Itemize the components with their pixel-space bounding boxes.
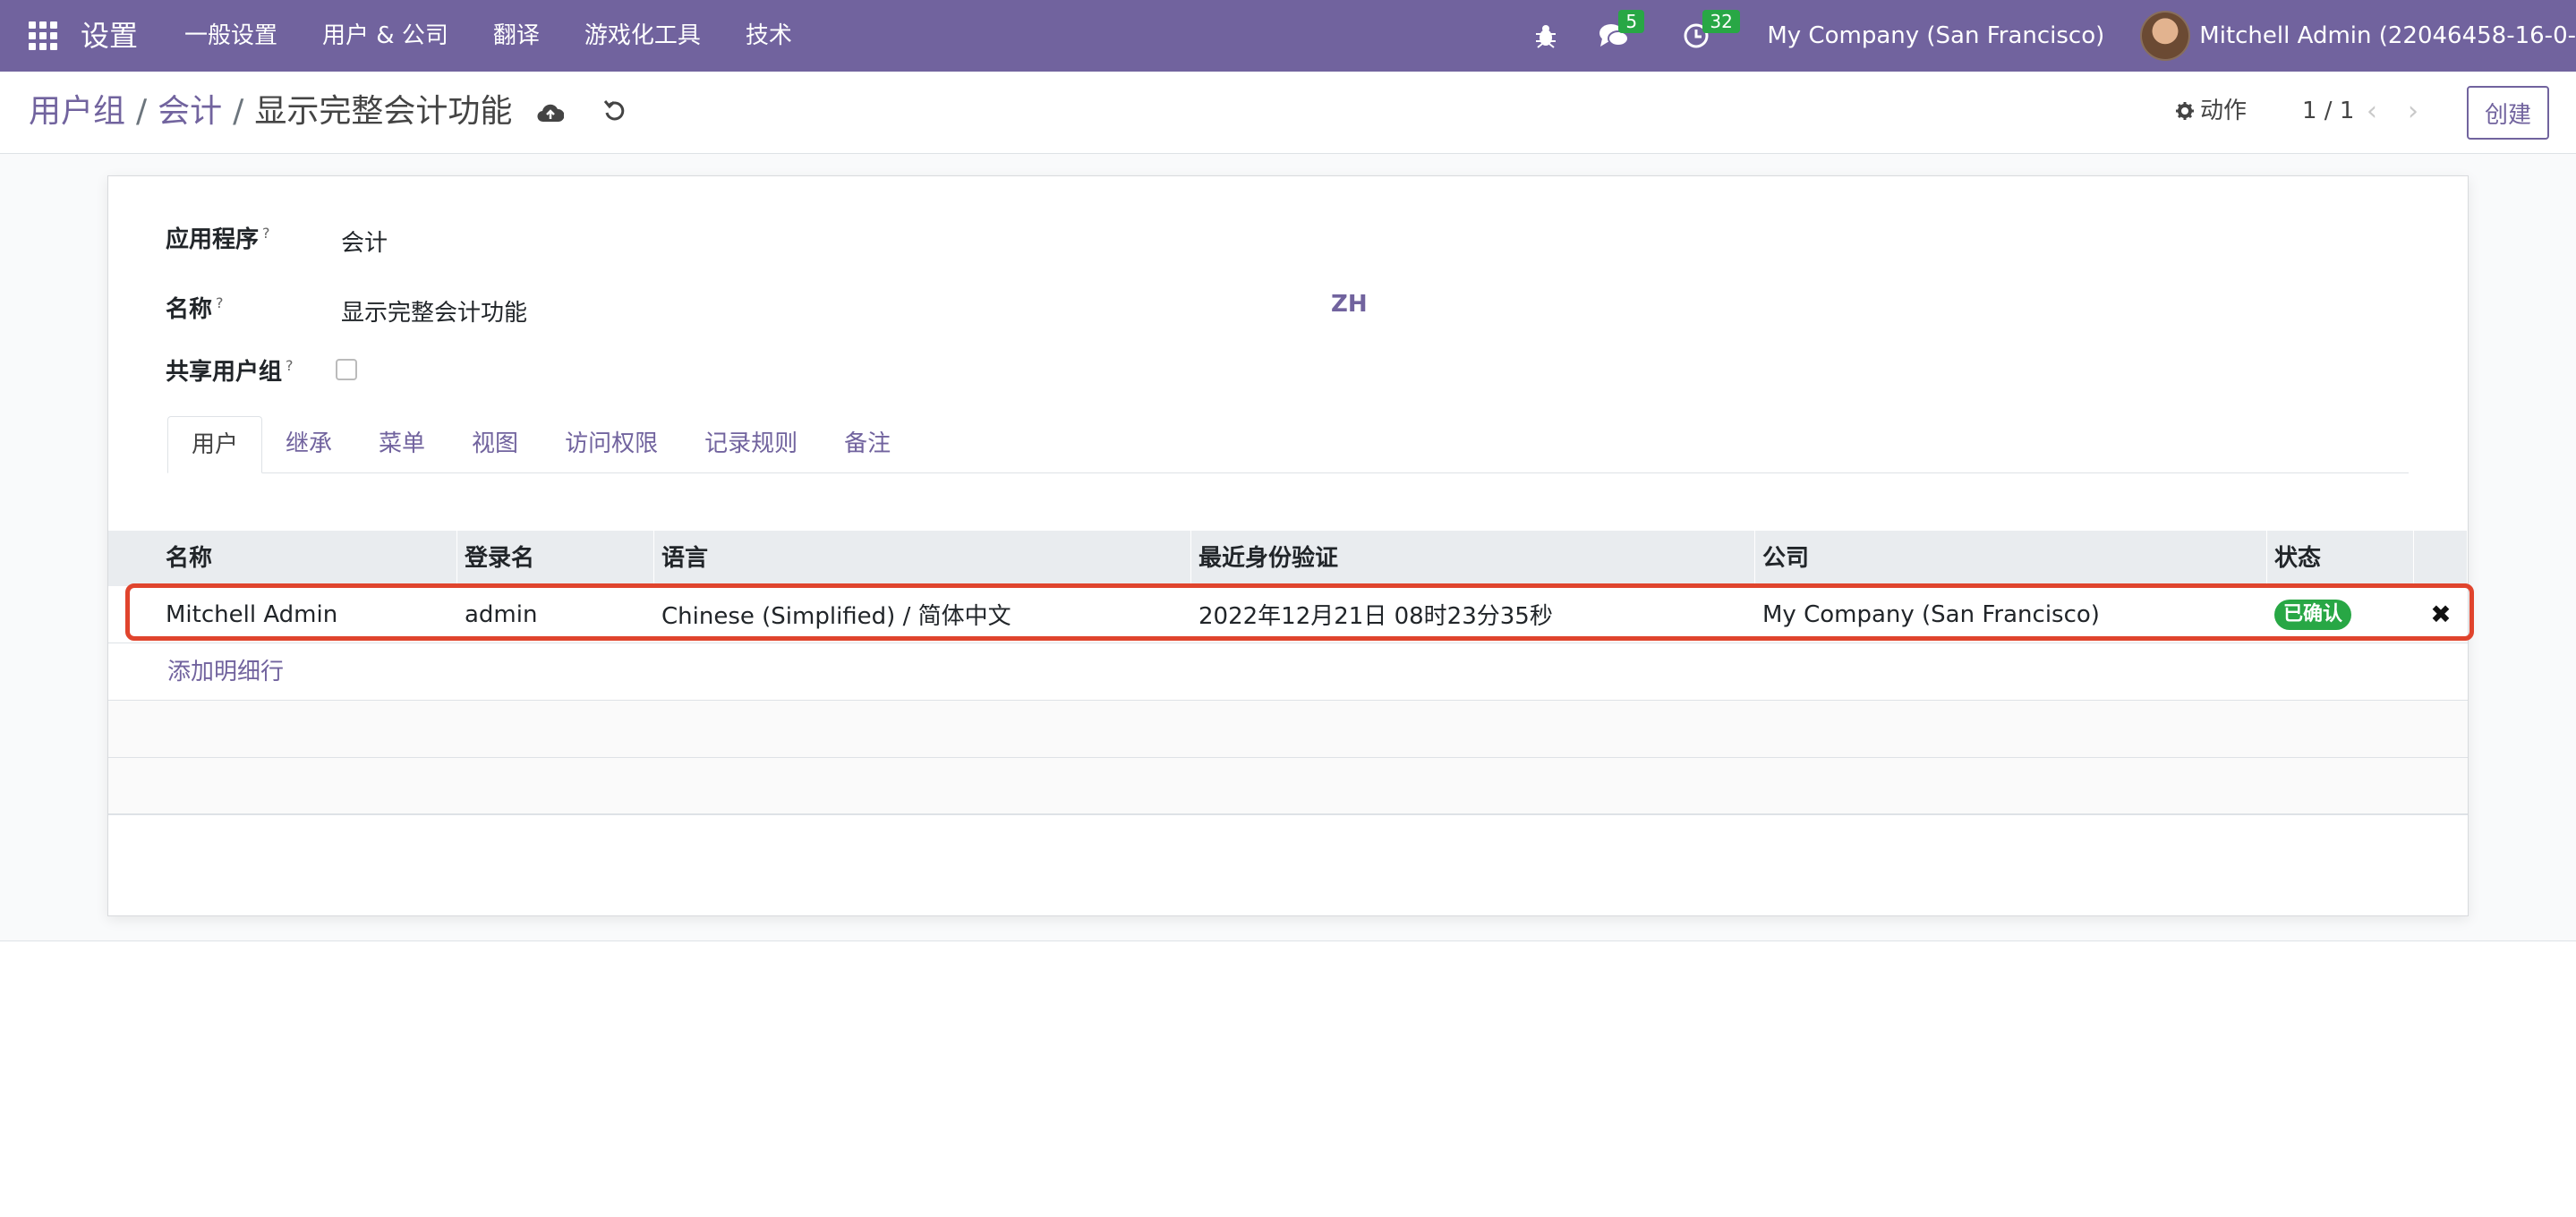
- column-header-language[interactable]: 语言: [654, 531, 1191, 586]
- pager-previous-icon[interactable]: ‹: [2367, 97, 2377, 127]
- column-header-status[interactable]: 状态: [2267, 531, 2414, 586]
- notebook-tabs: 用户 继承 菜单 视图 访问权限 记录规则 备注: [167, 416, 2409, 473]
- control-panel: 用户组 / 会计 / 显示完整会计功能 动作 1 / 1 ‹ › 创建: [0, 72, 2576, 154]
- top-navbar: 设置 一般设置 用户 & 公司 翻译 游戏化工具 技术 5 32 My Comp…: [0, 0, 2576, 72]
- apps-grid-icon[interactable]: [29, 21, 57, 50]
- column-header-actions: [2414, 531, 2468, 586]
- help-tooltip-icon[interactable]: ?: [262, 225, 270, 242]
- app-brand[interactable]: 设置: [81, 16, 138, 55]
- form-sheet: 应用程序? 会计 名称? 显示完整会计功能 ZH 共享用户组? 用户 继承 菜单…: [107, 175, 2469, 916]
- column-header-name[interactable]: 名称: [108, 531, 457, 586]
- column-header-last-auth[interactable]: 最近身份验证: [1191, 531, 1755, 586]
- translate-language-button[interactable]: ZH: [1331, 291, 1368, 318]
- menu-gamification[interactable]: 游戏化工具: [584, 20, 701, 52]
- gear-icon: [2176, 102, 2194, 120]
- activities-button[interactable]: 32: [1683, 10, 1740, 49]
- breadcrumb-user-groups[interactable]: 用户组: [29, 91, 125, 132]
- users-table: 名称 登录名 语言 最近身份验证 公司 状态 Mitchell Admin ad…: [108, 531, 2468, 815]
- navbar-systray: 5 32 My Company (San Francisco) Mitchell…: [1534, 0, 2576, 72]
- messages-count-badge: 5: [1618, 10, 1645, 33]
- share-group-label: 共享用户组?: [166, 357, 294, 386]
- help-tooltip-icon[interactable]: ?: [286, 357, 294, 374]
- breadcrumb-current: 显示完整会计功能: [254, 93, 513, 130]
- user-avatar[interactable]: [2140, 11, 2191, 61]
- empty-row: [108, 701, 2468, 758]
- company-switcher[interactable]: My Company (San Francisco): [1767, 22, 2104, 49]
- pager-value[interactable]: 1 / 1: [2302, 95, 2354, 127]
- menu-users-companies[interactable]: 用户 & 公司: [322, 20, 448, 52]
- highlight-box: [125, 583, 2474, 641]
- name-label: 名称?: [166, 294, 224, 323]
- column-header-company[interactable]: 公司: [1755, 531, 2267, 586]
- add-line-link[interactable]: 添加明细行: [108, 643, 2468, 701]
- tab-inherited[interactable]: 继承: [262, 416, 355, 472]
- action-menu-button[interactable]: 动作: [2175, 95, 2247, 127]
- menu-technical[interactable]: 技术: [746, 20, 792, 52]
- messages-button[interactable]: 5: [1599, 10, 1645, 49]
- name-field[interactable]: 显示完整会计功能: [341, 294, 527, 328]
- menu-translations[interactable]: 翻译: [493, 20, 540, 52]
- application-field[interactable]: 会计: [341, 225, 388, 258]
- create-button[interactable]: 创建: [2467, 86, 2549, 140]
- save-cloud-icon[interactable]: [537, 102, 564, 123]
- tab-menus[interactable]: 菜单: [355, 416, 448, 472]
- breadcrumb-accounting[interactable]: 会计: [158, 91, 222, 132]
- breadcrumb-separator: /: [233, 93, 244, 130]
- breadcrumb-separator: /: [136, 93, 148, 130]
- activities-count-badge: 32: [1702, 10, 1740, 33]
- tab-record-rules[interactable]: 记录规则: [681, 416, 821, 472]
- top-menu: 一般设置 用户 & 公司 翻译 游戏化工具 技术: [184, 20, 837, 52]
- pager-next-icon[interactable]: ›: [2408, 97, 2418, 127]
- help-tooltip-icon[interactable]: ?: [216, 294, 224, 311]
- breadcrumb: 用户组 / 会计 / 显示完整会计功能: [29, 91, 512, 132]
- column-header-login[interactable]: 登录名: [457, 531, 654, 586]
- share-group-checkbox[interactable]: [336, 359, 357, 380]
- discard-undo-icon[interactable]: [603, 98, 627, 123]
- tab-views[interactable]: 视图: [448, 416, 542, 472]
- tab-users[interactable]: 用户: [167, 416, 263, 473]
- application-label: 应用程序?: [166, 225, 270, 253]
- action-label: 动作: [2200, 98, 2248, 124]
- menu-general-settings[interactable]: 一般设置: [184, 20, 277, 52]
- user-menu[interactable]: Mitchell Admin (22046458-16-0-: [2199, 22, 2576, 49]
- table-header: 名称 登录名 语言 最近身份验证 公司 状态: [108, 531, 2468, 586]
- tab-notes[interactable]: 备注: [821, 416, 914, 472]
- empty-row: [108, 758, 2468, 815]
- debug-bug-icon[interactable]: [1534, 23, 1557, 48]
- tab-access-rights[interactable]: 访问权限: [542, 416, 681, 472]
